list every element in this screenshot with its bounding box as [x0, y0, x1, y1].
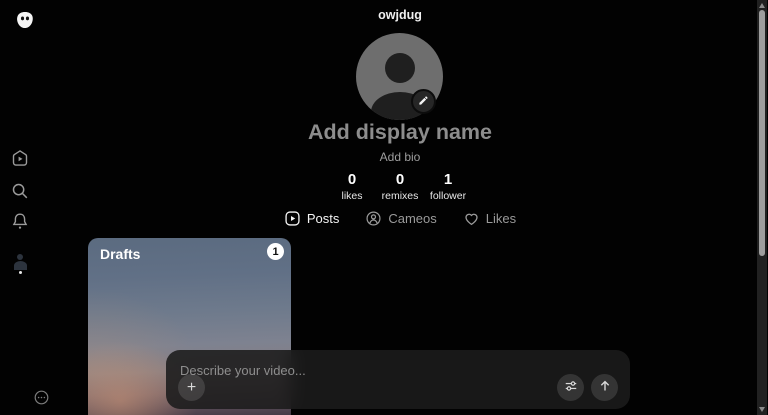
tab-likes[interactable]: Likes — [463, 210, 516, 227]
cameos-icon — [365, 210, 382, 227]
arrow-up-icon — [598, 379, 612, 396]
likes-heart-icon — [463, 210, 480, 227]
posts-icon — [284, 210, 301, 227]
tab-likes-label: Likes — [485, 211, 517, 226]
scrollbar-thumb[interactable] — [759, 10, 765, 256]
drafts-count-badge: 1 — [267, 243, 284, 260]
drafts-title: Drafts — [100, 246, 141, 262]
sidebar-item-search[interactable] — [11, 182, 29, 200]
prompt-input[interactable] — [180, 360, 510, 380]
profile-tabs: Posts Cameos Likes — [40, 210, 760, 227]
sidebar-item-home[interactable] — [11, 149, 29, 167]
bell-icon — [11, 212, 29, 230]
video-prompt-composer: + — [166, 350, 630, 409]
pencil-icon — [418, 93, 429, 111]
sidebar — [0, 0, 49, 415]
sora-logo[interactable] — [14, 10, 36, 32]
sidebar-item-profile[interactable] — [11, 250, 29, 270]
video-settings-button[interactable] — [557, 374, 584, 401]
add-display-name[interactable]: Add display name — [40, 120, 760, 145]
sora-profile-page: owjdug Add display name Add bio 0 likes … — [0, 0, 768, 415]
stat-remixes-value: 0 — [395, 171, 405, 188]
stat-remixes-label: remixes — [381, 190, 419, 202]
submit-prompt-button[interactable] — [591, 374, 618, 401]
add-bio[interactable]: Add bio — [40, 150, 760, 164]
tab-cameos[interactable]: Cameos — [365, 210, 437, 227]
plus-icon: + — [186, 378, 197, 396]
stat-remixes[interactable]: 0 remixes — [376, 171, 424, 203]
page-title-username: owjdug — [378, 8, 422, 22]
scroll-up-arrow[interactable] — [759, 3, 765, 8]
edit-avatar-button[interactable] — [411, 89, 436, 114]
sliders-icon — [564, 379, 578, 396]
stat-follower-label: follower — [429, 190, 467, 202]
home-feed-icon — [11, 149, 29, 167]
add-attachment-button[interactable]: + — [178, 374, 205, 401]
active-page-dot — [18, 271, 22, 274]
stat-likes-value: 0 — [347, 171, 357, 188]
stat-likes[interactable]: 0 likes — [328, 171, 376, 203]
stat-follower[interactable]: 1 follower — [424, 171, 472, 203]
stat-follower-value: 1 — [443, 171, 453, 188]
search-icon — [11, 182, 29, 200]
profile-stats: 0 likes 0 remixes 1 follower — [40, 171, 760, 203]
tab-cameos-label: Cameos — [388, 211, 437, 226]
help-ellipsis-icon[interactable] — [34, 390, 49, 405]
avatar-silhouette-head — [384, 53, 415, 83]
vertical-scrollbar[interactable] — [757, 0, 767, 415]
sidebar-item-notifications[interactable] — [11, 212, 29, 230]
stat-likes-label: likes — [341, 190, 363, 202]
tab-posts-label: Posts — [306, 211, 340, 226]
tab-posts[interactable]: Posts — [284, 210, 340, 227]
scroll-down-arrow[interactable] — [759, 407, 765, 412]
